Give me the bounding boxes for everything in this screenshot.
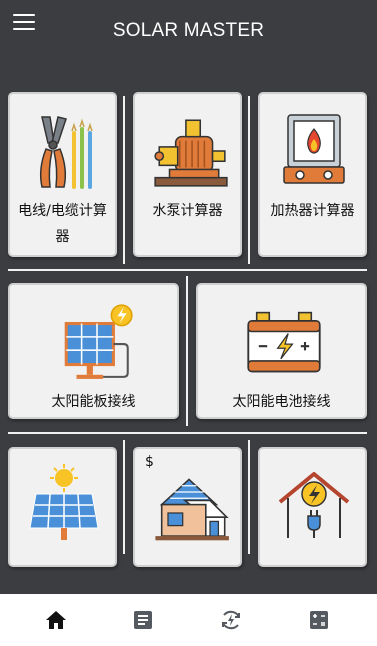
wire-cutter-cables-icon (39, 116, 93, 189)
bottom-navigation (0, 594, 377, 646)
solar-panel-card[interactable] (8, 447, 117, 567)
battery-wiring-card[interactable]: 太阳能电池接线 (196, 283, 367, 419)
home-energy-card[interactable] (258, 447, 367, 567)
card-label: 电线/电缆计算器 (18, 203, 107, 245)
heater-calculator-card[interactable]: 加热器计算器 (258, 92, 367, 257)
solar-house-icon (155, 478, 229, 541)
horizontal-divider (8, 269, 367, 271)
vertical-divider (248, 96, 250, 264)
tab-calculator[interactable] (272, 594, 366, 646)
card-label: 太阳能板接线 (51, 394, 136, 410)
home-icon (46, 611, 66, 629)
app-header: SOLAR MASTER (0, 0, 377, 64)
wire-cable-calculator-card[interactable]: 电线/电缆计算器 (8, 92, 117, 257)
article-icon (134, 611, 152, 629)
water-pump-icon (154, 119, 228, 187)
solar-panel-wiring-icon (64, 304, 133, 379)
tab-energy[interactable] (184, 594, 278, 646)
battery-wiring-icon (247, 311, 321, 373)
currency-label: $ (145, 454, 154, 470)
solar-panel-wiring-card[interactable]: 太阳能板接线 (8, 283, 179, 419)
energy-cycle-icon (222, 610, 240, 630)
solar-house-card[interactable]: $ (133, 447, 242, 567)
card-label: 太阳能电池接线 (232, 394, 331, 410)
tab-articles[interactable] (96, 594, 190, 646)
home-energy-icon (278, 472, 350, 538)
vertical-divider (248, 440, 250, 554)
solar-panel-sun-icon (29, 464, 99, 540)
tab-home[interactable] (9, 594, 103, 646)
heater-icon (283, 114, 345, 184)
calculator-icon (310, 611, 328, 629)
vertical-divider (186, 276, 188, 426)
card-label: 水泵计算器 (152, 203, 223, 219)
water-pump-calculator-card[interactable]: 水泵计算器 (133, 92, 242, 257)
app-title: SOLAR MASTER (112, 20, 265, 41)
vertical-divider (123, 96, 125, 264)
card-label: 加热器计算器 (270, 203, 355, 219)
horizontal-divider (8, 432, 367, 434)
vertical-divider (123, 440, 125, 554)
